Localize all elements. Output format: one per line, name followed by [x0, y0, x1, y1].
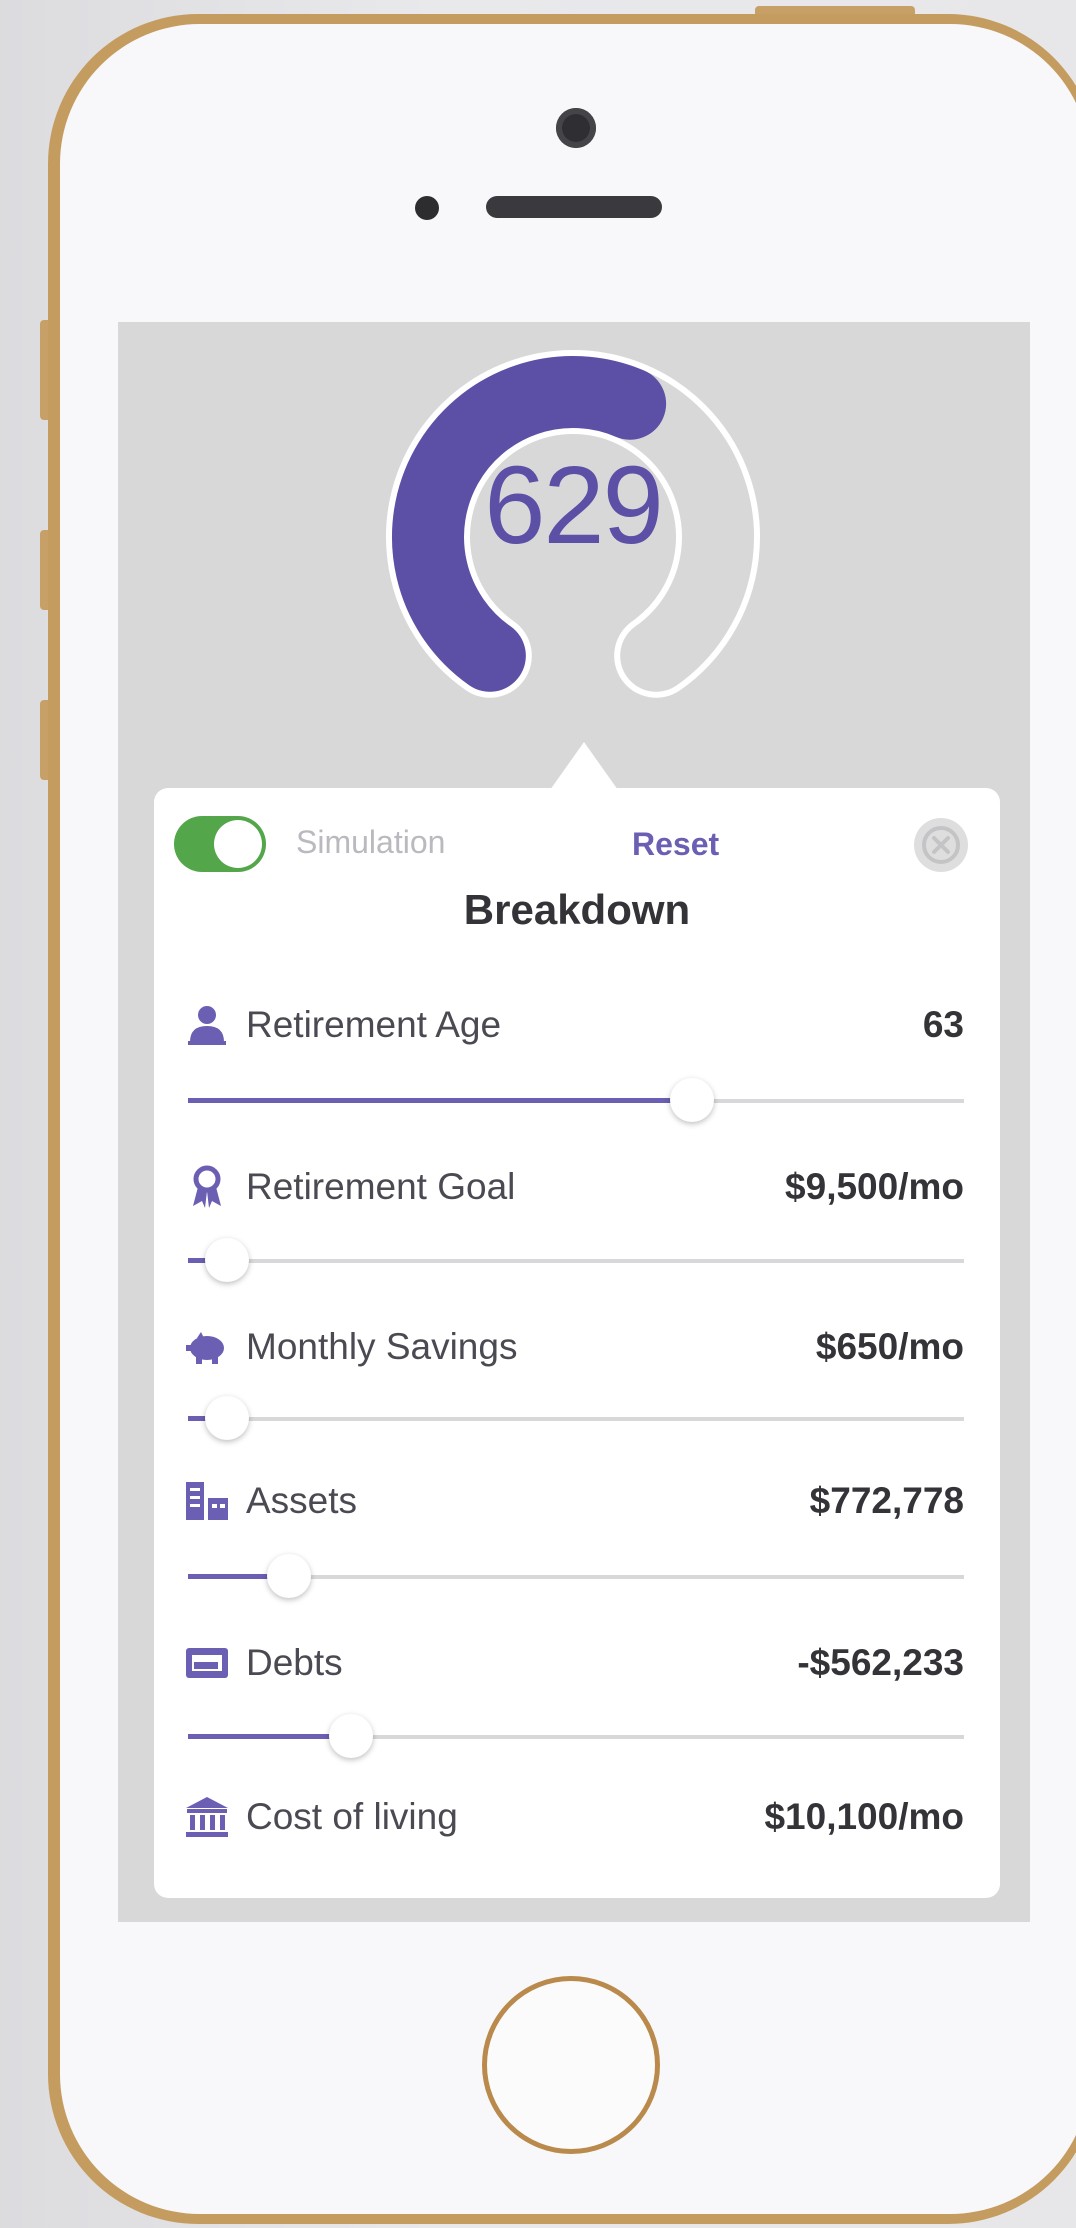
row-value: 63 — [922, 1004, 964, 1045]
slider-thumb[interactable] — [204, 1238, 249, 1282]
close-button[interactable] — [914, 818, 968, 872]
slider-thumb[interactable] — [328, 1714, 373, 1758]
row-label: Monthly Savings — [246, 1326, 518, 1367]
row-label: Assets — [246, 1480, 358, 1521]
award-ribbon-icon — [193, 1165, 221, 1208]
row-label: Retirement Age — [246, 1004, 502, 1045]
row-monthly-savings: Monthly Savings $650/mo — [184, 1318, 964, 1378]
front-camera — [556, 108, 596, 148]
slider-assets[interactable] — [188, 1554, 964, 1600]
slider-track — [188, 1417, 964, 1421]
proximity-sensor — [415, 196, 439, 220]
home-button[interactable] — [482, 1976, 660, 2154]
slider-thumb[interactable] — [204, 1396, 249, 1440]
slider-fill — [188, 1098, 693, 1103]
row-value: $10,100/mo — [764, 1796, 964, 1837]
slider-track — [188, 1259, 964, 1263]
row-value: $772,778 — [809, 1480, 964, 1521]
card-pointer — [550, 742, 618, 790]
row-value: $650/mo — [815, 1326, 964, 1367]
bank-icon — [186, 1797, 228, 1837]
slider-thumb[interactable] — [670, 1078, 715, 1122]
row-label: Cost of living — [246, 1796, 458, 1837]
slider-monthly-savings[interactable] — [188, 1396, 964, 1442]
row-label: Debts — [246, 1642, 343, 1683]
row-value: $9,500/mo — [785, 1166, 964, 1207]
credit-score: 629 — [484, 444, 664, 567]
row-value: -$562,233 — [797, 1642, 964, 1683]
row-assets: Assets $772,778 — [184, 1472, 964, 1532]
person-icon — [188, 1006, 226, 1045]
breakdown-title: Breakdown — [463, 886, 691, 933]
row-retirement-age: Retirement Age 63 — [184, 996, 964, 1056]
row-retirement-goal: Retirement Goal $9,500/mo — [184, 1158, 964, 1218]
slider-retirement-goal[interactable] — [188, 1238, 964, 1284]
simulation-label: Simulation — [296, 824, 446, 860]
app-screen: 629 Simulation Reset Breakdown Retiremen… — [118, 322, 1030, 1922]
background: 629 Simulation Reset Breakdown Retiremen… — [0, 0, 1076, 2228]
row-cost-of-living: Cost of living $10,100/mo — [184, 1788, 964, 1848]
earpiece-speaker — [486, 196, 662, 218]
toggle-knob — [214, 820, 262, 868]
reset-button[interactable]: Reset — [632, 826, 719, 863]
slider-fill — [188, 1734, 351, 1739]
slider-retirement-age[interactable] — [188, 1078, 964, 1124]
credit-card-icon — [186, 1648, 228, 1678]
slider-thumb[interactable] — [266, 1554, 311, 1598]
simulation-toggle[interactable] — [174, 816, 266, 872]
buildings-icon — [186, 1482, 228, 1520]
breakdown-card: Simulation Reset Breakdown Retirement Ag… — [154, 788, 1000, 1898]
slider-debts[interactable] — [188, 1714, 964, 1760]
close-icon — [922, 826, 960, 864]
row-debts: Debts -$562,233 — [184, 1634, 964, 1694]
row-label: Retirement Goal — [246, 1166, 516, 1207]
piggy-bank-icon — [186, 1332, 224, 1364]
